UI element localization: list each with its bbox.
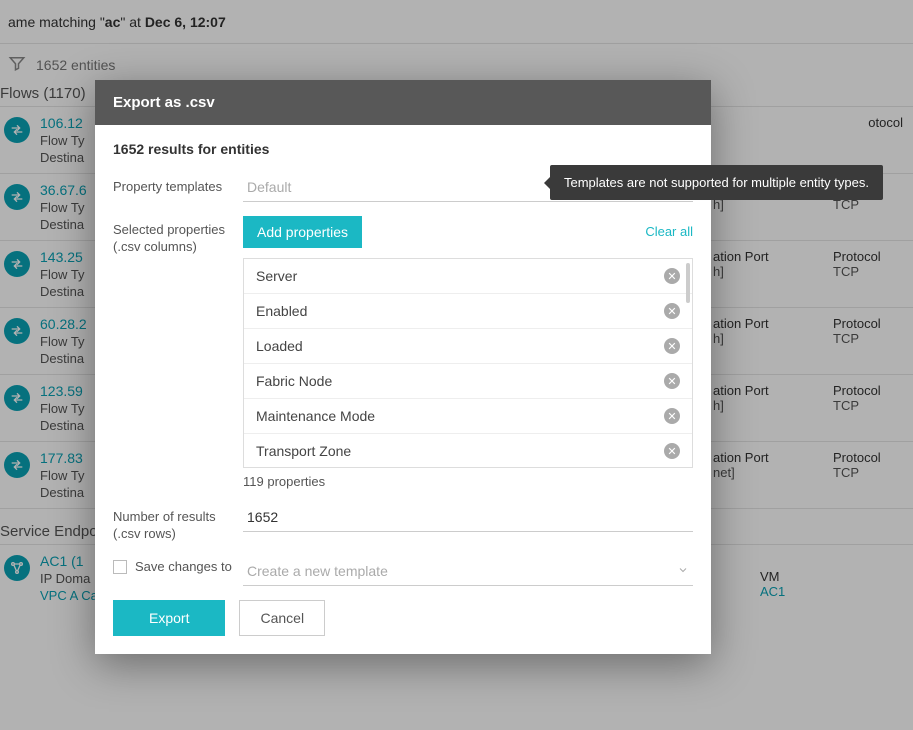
save-checkbox[interactable] — [113, 560, 127, 574]
export-button[interactable]: Export — [113, 600, 225, 636]
property-item: Server ✕ — [244, 259, 692, 294]
properties-count: 119 properties — [243, 474, 693, 489]
cancel-button[interactable]: Cancel — [239, 600, 325, 636]
property-name: Fabric Node — [256, 373, 332, 389]
num-results-label: Number of results (.csv rows) — [113, 503, 243, 543]
clear-all-link[interactable]: Clear all — [645, 224, 693, 239]
results-count: 1652 results for entities — [113, 141, 693, 157]
add-properties-button[interactable]: Add properties — [243, 216, 362, 248]
template-disabled-tooltip: Templates are not supported for multiple… — [550, 165, 883, 200]
property-item: Transport Zone ✕ — [244, 434, 692, 468]
scrollbar-thumb[interactable] — [686, 263, 690, 303]
save-changes-label: Save changes to — [113, 557, 243, 576]
property-name: Loaded — [256, 338, 303, 354]
property-item: Maintenance Mode ✕ — [244, 399, 692, 434]
property-name: Enabled — [256, 303, 307, 319]
remove-property-icon[interactable]: ✕ — [664, 303, 680, 319]
remove-property-icon[interactable]: ✕ — [664, 373, 680, 389]
property-item: Loaded ✕ — [244, 329, 692, 364]
selected-props-label: Selected properties (.csv columns) — [113, 216, 243, 256]
chevron-down-icon — [677, 563, 689, 579]
num-results-input[interactable] — [243, 503, 693, 532]
remove-property-icon[interactable]: ✕ — [664, 338, 680, 354]
property-name: Maintenance Mode — [256, 408, 375, 424]
property-name: Server — [256, 268, 297, 284]
properties-list: Server✕Enabled✕Loaded✕Fabric Node✕Mainte… — [243, 258, 693, 468]
remove-property-icon[interactable]: ✕ — [664, 408, 680, 424]
property-item: Enabled ✕ — [244, 294, 692, 329]
modal-title: Export as .csv — [95, 80, 711, 125]
template-label: Property templates — [113, 173, 243, 196]
remove-property-icon[interactable]: ✕ — [664, 268, 680, 284]
save-template-select[interactable]: Create a new template — [243, 557, 693, 586]
remove-property-icon[interactable]: ✕ — [664, 443, 680, 459]
property-name: Transport Zone — [256, 443, 351, 459]
property-item: Fabric Node ✕ — [244, 364, 692, 399]
